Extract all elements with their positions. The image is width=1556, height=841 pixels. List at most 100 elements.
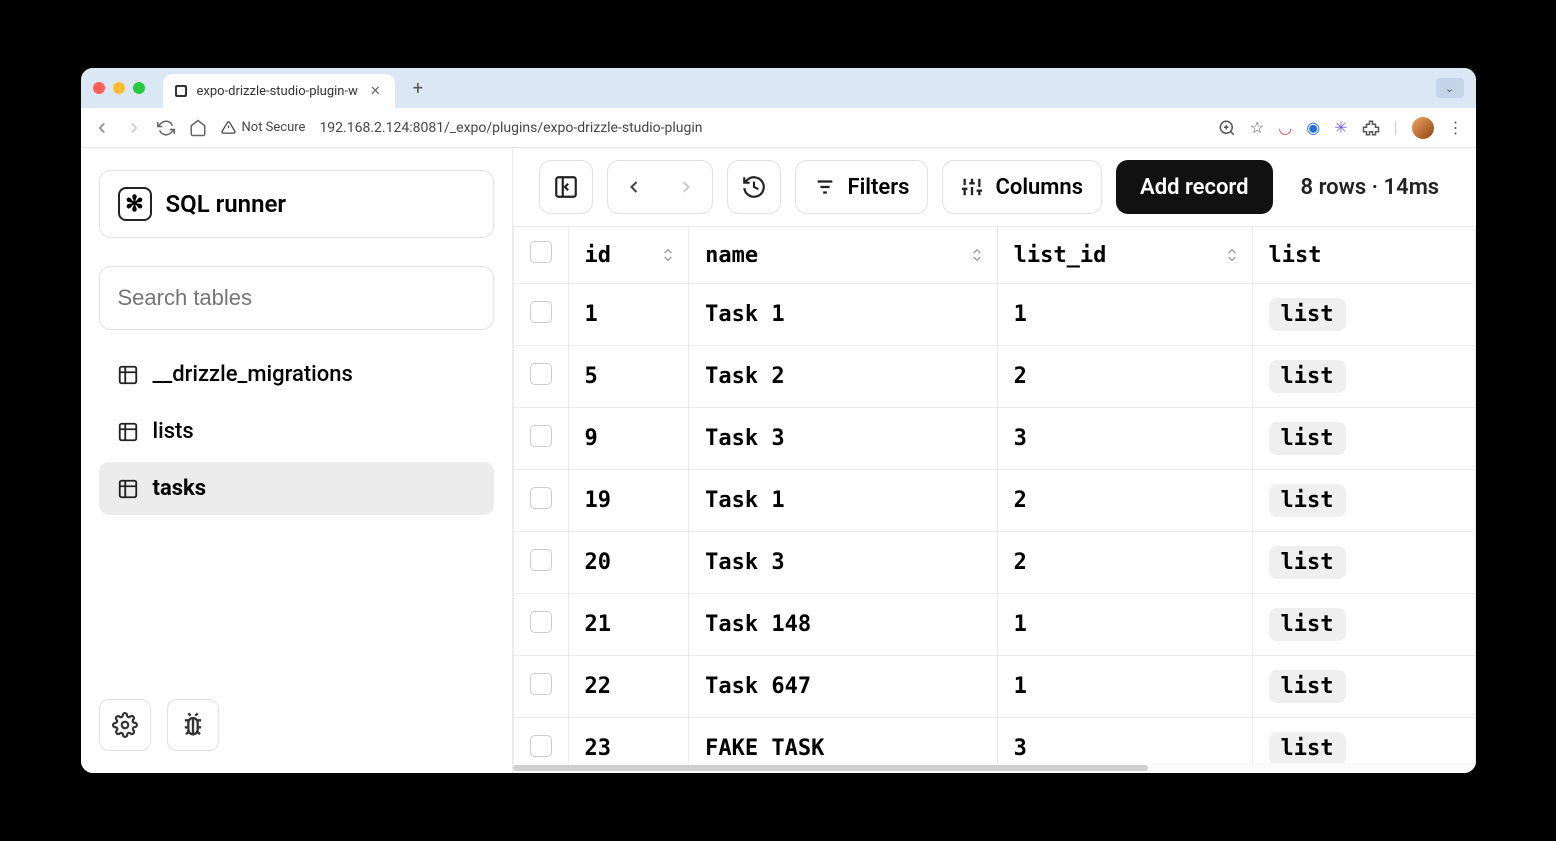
cell-name[interactable]: Task 2 [689,346,998,408]
search-tables-input[interactable] [99,266,494,330]
checkbox-icon[interactable] [530,425,552,447]
list-pill[interactable]: list [1269,608,1346,641]
cell-list[interactable]: list [1252,284,1475,346]
cell-list[interactable]: list [1252,470,1475,532]
cell-list-id[interactable]: 3 [997,718,1252,764]
checkbox-icon[interactable] [530,363,552,385]
column-header-name[interactable]: name [689,227,998,284]
maximize-window-button[interactable] [133,82,145,94]
cell-name[interactable]: Task 148 [689,594,998,656]
table-row[interactable]: 5Task 22list [513,346,1475,408]
browser-tab[interactable]: expo-drizzle-studio-plugin-w ✕ [163,74,395,108]
forward-button-icon[interactable] [125,119,143,137]
bookmark-star-icon[interactable]: ☆ [1250,118,1264,137]
list-pill[interactable]: list [1269,732,1346,763]
checkbox-icon[interactable] [530,673,552,695]
row-checkbox-cell[interactable] [513,718,568,764]
checkbox-icon[interactable] [530,487,552,509]
sql-runner-button[interactable]: ✻ SQL runner [99,170,494,238]
cell-name[interactable]: FAKE TASK [689,718,998,764]
sort-icon[interactable] [969,247,985,263]
table-row[interactable]: 19Task 12 list [513,470,1475,532]
filters-button[interactable]: Filters [795,160,929,214]
table-item-tasks[interactable]: tasks [99,462,494,515]
cell-list-id[interactable]: 2 [997,532,1252,594]
sort-icon[interactable] [1224,247,1240,263]
column-header-list-id[interactable]: list_id [997,227,1252,284]
table-row[interactable]: 23FAKE TASK3 list [513,718,1475,764]
table-item-drizzle-migrations[interactable]: __drizzle_migrations [99,348,494,401]
table-row[interactable]: 20Task 32list [513,532,1475,594]
table-row[interactable]: 22Task 6471 list [513,656,1475,718]
home-button-icon[interactable] [189,119,207,137]
cell-list-id[interactable]: 2 [997,470,1252,532]
pocket-icon[interactable]: ◡ [1278,118,1292,137]
row-checkbox-cell[interactable] [513,594,568,656]
cell-list[interactable]: list [1252,594,1475,656]
checkbox-icon[interactable] [530,549,552,571]
checkbox-icon[interactable] [530,611,552,633]
profile-avatar[interactable] [1412,117,1434,139]
row-checkbox-cell[interactable] [513,470,568,532]
select-all-header[interactable] [513,227,568,284]
cell-list-id[interactable]: 1 [997,656,1252,718]
new-tab-button[interactable]: + [405,78,431,99]
cell-list-id[interactable]: 1 [997,284,1252,346]
checkbox-icon[interactable] [530,301,552,323]
security-indicator[interactable]: Not Secure [221,120,306,135]
debug-button[interactable] [167,699,219,751]
list-pill[interactable]: list [1269,484,1346,517]
cell-name[interactable]: Task 1 [689,470,998,532]
column-header-id[interactable]: id [568,227,689,284]
table-row[interactable]: 9Task 33 list [513,408,1475,470]
list-pill[interactable]: list [1269,670,1346,703]
row-checkbox-cell[interactable] [513,408,568,470]
close-tab-icon[interactable]: ✕ [366,84,385,99]
kebab-menu-icon[interactable]: ⋮ [1448,118,1464,137]
cell-list[interactable]: list [1252,718,1475,764]
close-window-button[interactable] [93,82,105,94]
column-header-list[interactable]: list [1252,227,1475,284]
cell-id[interactable]: 5 [568,346,689,408]
extension-snowflake-icon[interactable]: ✳ [1334,118,1347,137]
cell-list-id[interactable]: 3 [997,408,1252,470]
cell-id[interactable]: 9 [568,408,689,470]
next-page-button[interactable] [660,177,712,197]
list-pill[interactable]: list [1269,546,1346,579]
columns-button[interactable]: Columns [942,160,1102,214]
cell-list[interactable]: list [1252,408,1475,470]
cell-list[interactable]: list [1252,346,1475,408]
data-table-wrapper[interactable]: id name list_id list 1Task 11list5Task 2… [513,226,1476,763]
history-button[interactable] [727,160,781,214]
minimize-window-button[interactable] [113,82,125,94]
cell-id[interactable]: 20 [568,532,689,594]
zoom-icon[interactable] [1218,119,1236,137]
scrollbar-thumb[interactable] [513,765,1149,771]
table-item-lists[interactable]: lists [99,405,494,458]
horizontal-scrollbar[interactable] [513,763,1476,773]
collapse-sidebar-button[interactable] [539,160,593,214]
cell-id[interactable]: 22 [568,656,689,718]
back-button-icon[interactable] [93,119,111,137]
extensions-puzzle-icon[interactable] [1362,119,1380,137]
table-row[interactable]: 21Task 1481list [513,594,1475,656]
reload-button-icon[interactable] [157,119,175,137]
row-checkbox-cell[interactable] [513,284,568,346]
cell-name[interactable]: Task 3 [689,408,998,470]
row-checkbox-cell[interactable] [513,346,568,408]
prev-page-button[interactable] [608,177,660,197]
list-pill[interactable]: list [1269,422,1346,455]
cell-list[interactable]: list [1252,532,1475,594]
checkbox-icon[interactable] [530,241,552,263]
extension-eye-icon[interactable]: ◉ [1306,118,1320,137]
cell-list[interactable]: list [1252,656,1475,718]
list-pill[interactable]: list [1269,360,1346,393]
cell-id[interactable]: 21 [568,594,689,656]
cell-id[interactable]: 23 [568,718,689,764]
row-checkbox-cell[interactable] [513,656,568,718]
add-record-button[interactable]: Add record [1116,160,1273,214]
cell-name[interactable]: Task 647 [689,656,998,718]
url-text[interactable]: 192.168.2.124:8081/_expo/plugins/expo-dr… [319,120,702,136]
cell-id[interactable]: 19 [568,470,689,532]
sort-icon[interactable] [660,247,676,263]
